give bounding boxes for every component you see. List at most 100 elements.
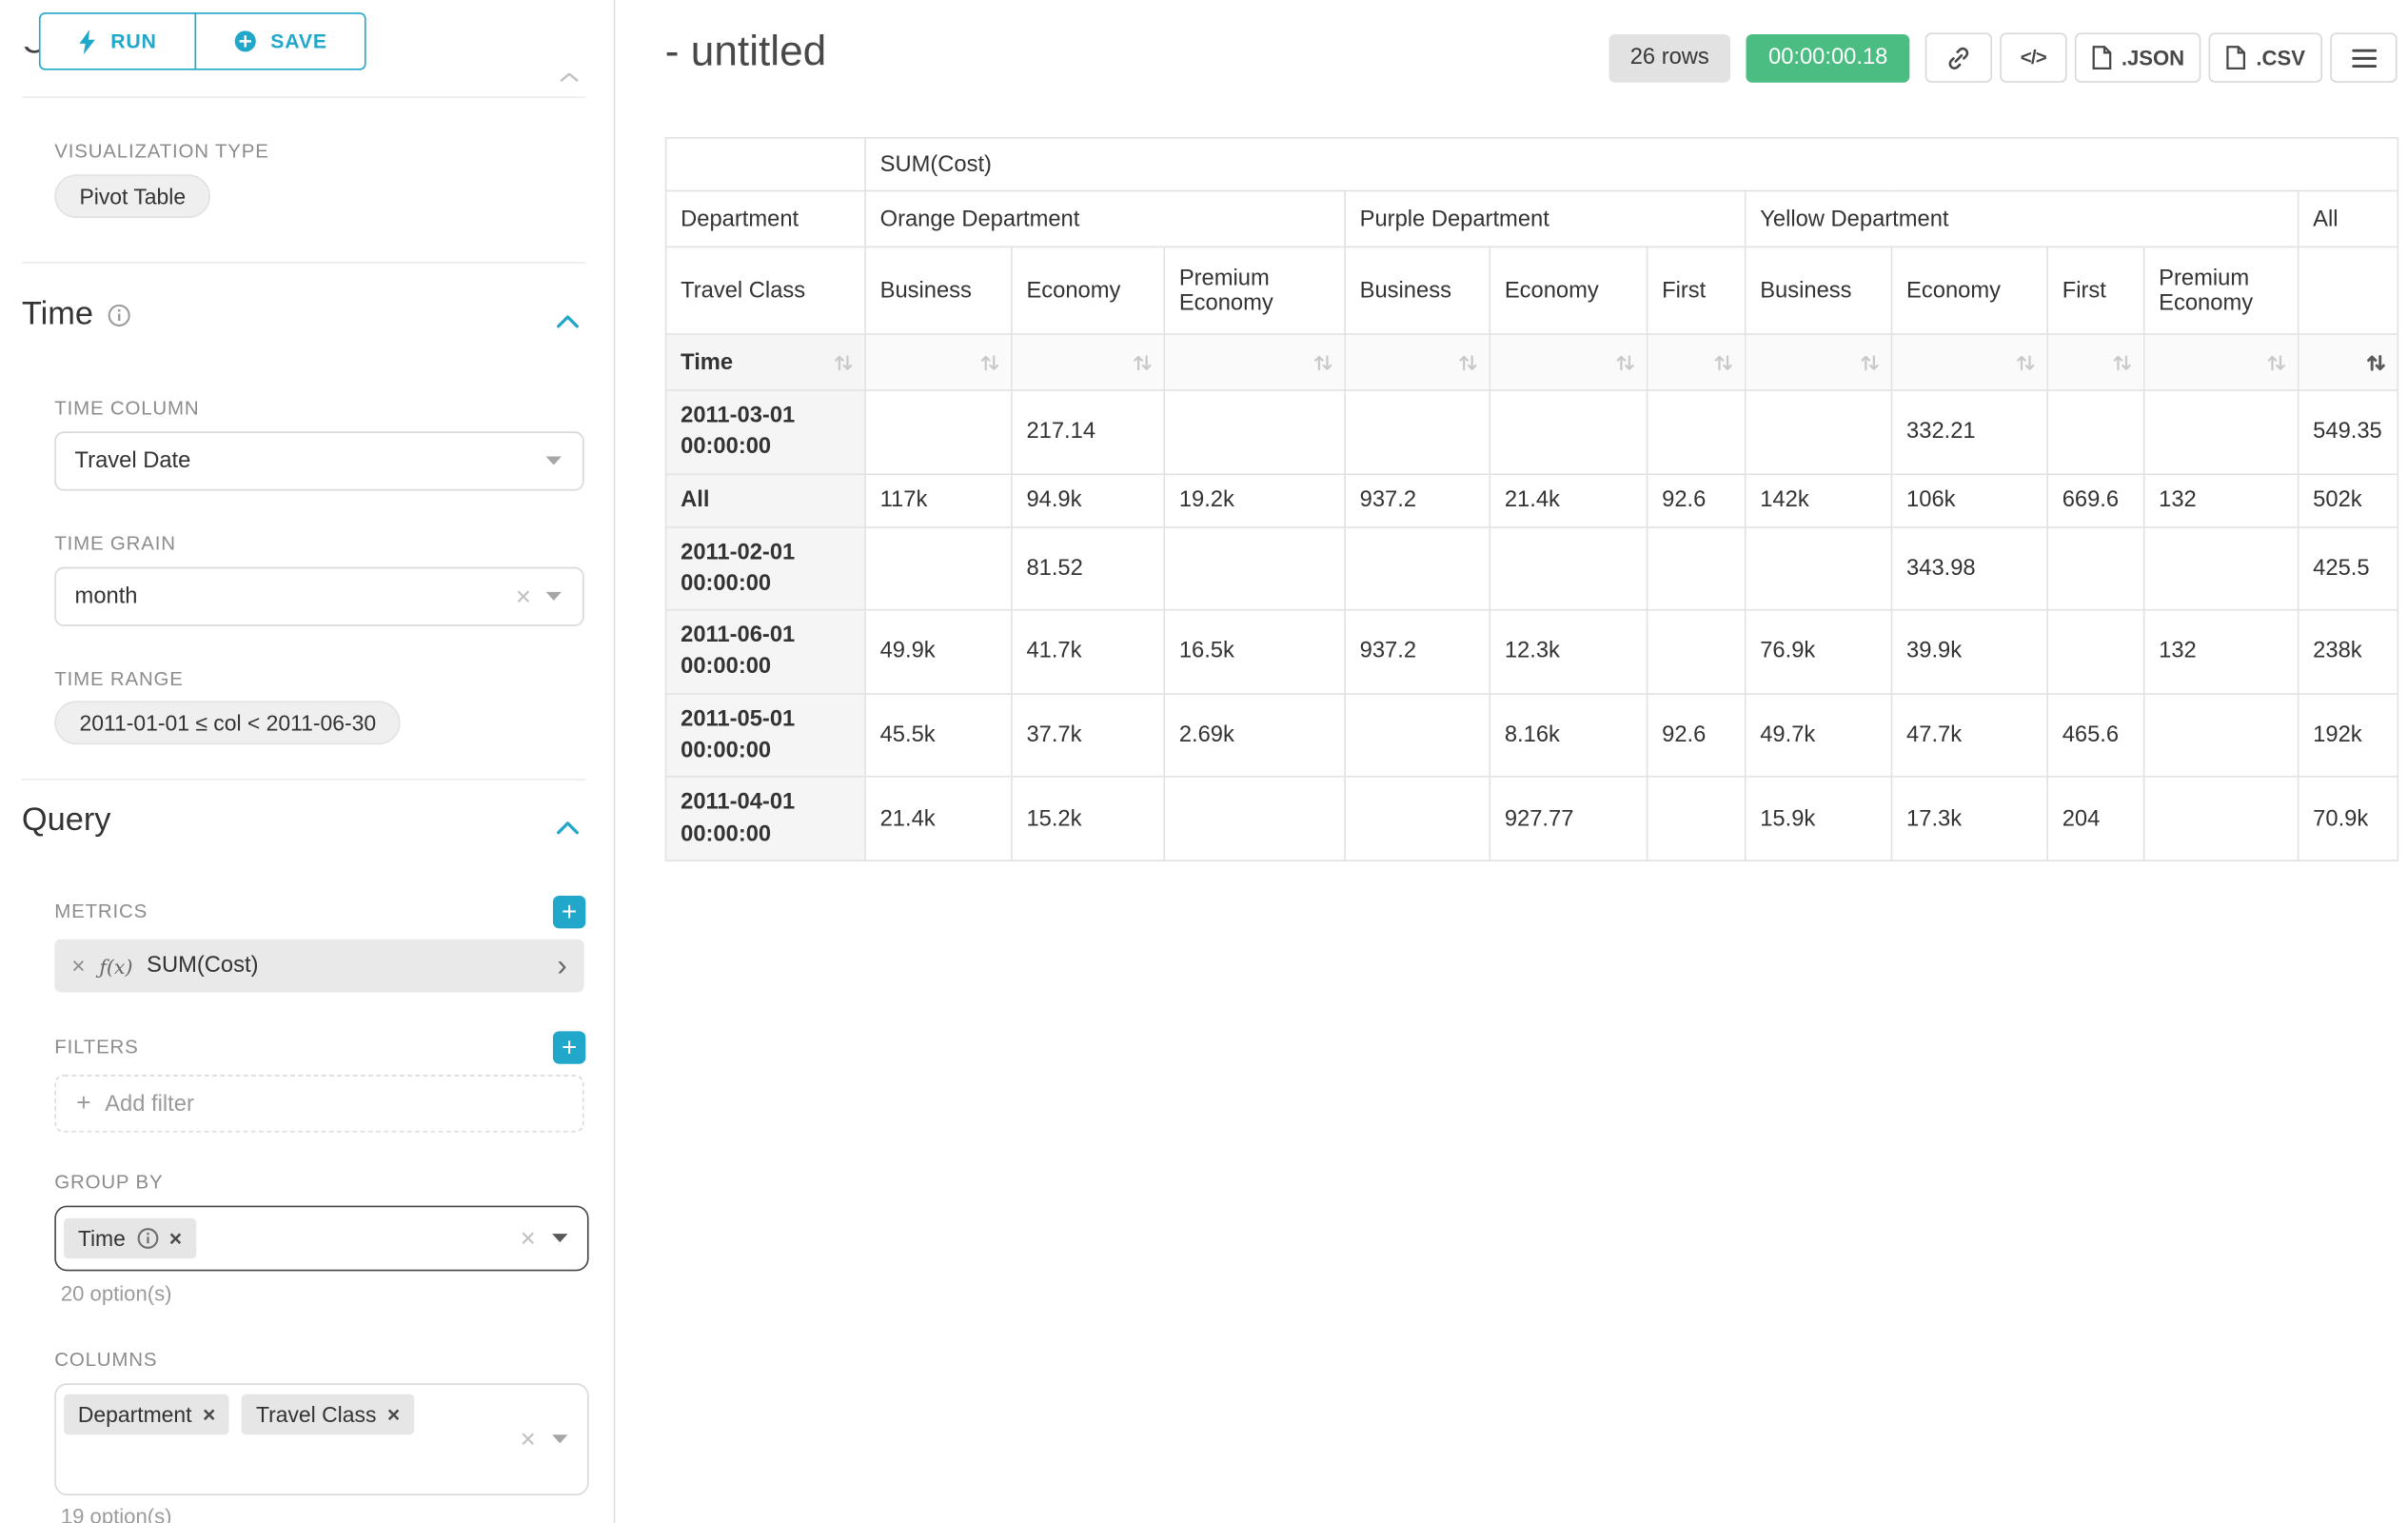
option-chip[interactable]: Travel Class× (242, 1394, 414, 1435)
add-filter-dropzone[interactable]: + Add filter (54, 1075, 583, 1133)
columns-select[interactable]: Department×Travel Class× × (54, 1383, 588, 1495)
export-csv-button[interactable]: .CSV (2209, 32, 2322, 82)
data-cell: 204 (2047, 777, 2143, 860)
export-button-group: </> .JSON .CSV (1925, 32, 2398, 82)
data-cell (1490, 390, 1647, 474)
metric-header-row: SUM(Cost) (666, 138, 2398, 191)
sort-header[interactable] (1164, 334, 1345, 390)
row-header: All (666, 474, 865, 527)
data-cell (1164, 526, 1345, 610)
time-grain-select[interactable]: month × (54, 567, 583, 626)
add-filter-placeholder: Add filter (105, 1091, 194, 1116)
data-cell (1345, 390, 1490, 474)
columns-option-count: 19 option(s) (61, 1505, 172, 1523)
column-header: Premium Economy (1164, 247, 1345, 334)
metric-chip[interactable]: × ƒ(x) SUM(Cost) › (54, 940, 583, 993)
data-cell (2047, 390, 2143, 474)
clear-icon[interactable]: × (516, 583, 531, 610)
sort-header[interactable] (1648, 334, 1746, 390)
result-controls: 26 rows 00:00:00.18 </> .JSON (1609, 32, 2398, 82)
add-filter-button[interactable]: + (553, 1031, 585, 1063)
share-link-button[interactable] (1925, 32, 1992, 82)
data-cell: 549.35 (2299, 390, 2398, 474)
remove-icon[interactable]: × (169, 1226, 182, 1251)
time-section-header[interactable]: Time (22, 296, 130, 333)
columns-label: COLUMNS (54, 1349, 157, 1371)
sort-icon (979, 352, 999, 372)
time-column-select[interactable]: Travel Date (54, 431, 583, 490)
sort-header-active[interactable] (2299, 334, 2398, 390)
data-cell: 132 (2144, 474, 2299, 527)
data-cell: 217.14 (1012, 390, 1164, 474)
table-row: 2011-02-01 00:00:0081.52343.98425.5 (666, 526, 2398, 610)
visualization-type-label: VISUALIZATION TYPE (54, 140, 268, 162)
data-cell (2144, 777, 2299, 860)
data-cell (1648, 610, 1746, 694)
chevron-up-icon[interactable] (556, 308, 580, 336)
sort-header[interactable] (1012, 334, 1164, 390)
metric-header-cell: SUM(Cost) (865, 138, 2398, 191)
row-header: 2011-05-01 00:00:00 (666, 694, 865, 778)
table-row: 2011-05-01 00:00:0045.5k37.7k2.69k8.16k9… (666, 694, 2398, 778)
travel-class-header-row: Travel ClassBusinessEconomyPremium Econo… (666, 247, 2398, 334)
divider (22, 262, 585, 264)
sort-header[interactable] (2047, 334, 2143, 390)
remove-icon[interactable]: × (203, 1402, 215, 1427)
data-cell: 21.4k (1490, 474, 1647, 527)
export-csv-label: .CSV (2256, 46, 2305, 69)
chart-title: - untitled (665, 28, 826, 76)
data-cell: 81.52 (1012, 526, 1164, 610)
chevron-up-icon[interactable] (556, 815, 580, 842)
run-button[interactable]: RUN (39, 12, 196, 70)
time-range-chip[interactable]: 2011-01-01 ≤ col < 2011-06-30 (54, 701, 401, 744)
data-cell: 332.21 (1892, 390, 2048, 474)
row-header: 2011-02-01 00:00:00 (666, 526, 865, 610)
menu-button[interactable] (2330, 32, 2397, 82)
add-metric-button[interactable]: + (553, 896, 585, 928)
data-cell (1648, 390, 1746, 474)
divider (22, 779, 585, 781)
sort-header[interactable] (1892, 334, 2048, 390)
pivot-corner-cell (666, 138, 865, 191)
option-chip[interactable]: Department × (64, 1394, 229, 1435)
export-json-button[interactable]: .JSON (2075, 32, 2201, 82)
time-range-label: TIME RANGE (54, 668, 183, 690)
column-header: First (2047, 247, 2143, 334)
travel-class-label-cell: Travel Class (666, 247, 865, 334)
visualization-type-chip[interactable]: Pivot Table (54, 174, 210, 218)
divider (22, 96, 585, 98)
caret-down-icon (551, 1233, 568, 1243)
export-json-label: .JSON (2122, 46, 2184, 69)
clear-icon[interactable]: × (521, 1426, 536, 1453)
data-cell: 238k (2299, 610, 2398, 694)
option-chip[interactable]: Time× (64, 1218, 196, 1259)
metric-value: SUM(Cost) (147, 954, 258, 979)
remove-metric-icon[interactable]: × (71, 953, 85, 979)
data-cell (1164, 390, 1345, 474)
department-group-header: Orange Department (865, 190, 1345, 247)
time-sort-header[interactable]: Time (666, 334, 865, 390)
column-header: Economy (1892, 247, 2048, 334)
clear-icon[interactable]: × (521, 1225, 536, 1252)
chevron-right-icon[interactable]: › (557, 951, 566, 980)
save-button[interactable]: SAVE (194, 12, 366, 70)
sort-header[interactable] (2144, 334, 2299, 390)
sort-header[interactable] (1746, 334, 1892, 390)
sort-header[interactable] (1490, 334, 1647, 390)
plus-icon: + (76, 1090, 90, 1118)
sort-header[interactable] (1345, 334, 1490, 390)
data-cell: 45.5k (865, 694, 1012, 778)
table-row: 2011-03-01 00:00:00217.14332.21549.35 (666, 390, 2398, 474)
sort-icon (1860, 352, 1880, 372)
option-chip-label: Department (78, 1402, 192, 1427)
sort-icon (2112, 352, 2132, 372)
query-section-header[interactable]: Query (22, 802, 111, 840)
group-by-select[interactable]: Time× × (54, 1206, 588, 1272)
time-section-title: Time (22, 296, 93, 333)
run-save-button-group: RUN SAVE (39, 12, 366, 70)
sort-header[interactable] (865, 334, 1012, 390)
sort-icon (1713, 352, 1733, 372)
remove-icon[interactable]: × (387, 1402, 400, 1427)
data-cell: 37.7k (1012, 694, 1164, 778)
view-query-button[interactable]: </> (2000, 32, 2066, 82)
